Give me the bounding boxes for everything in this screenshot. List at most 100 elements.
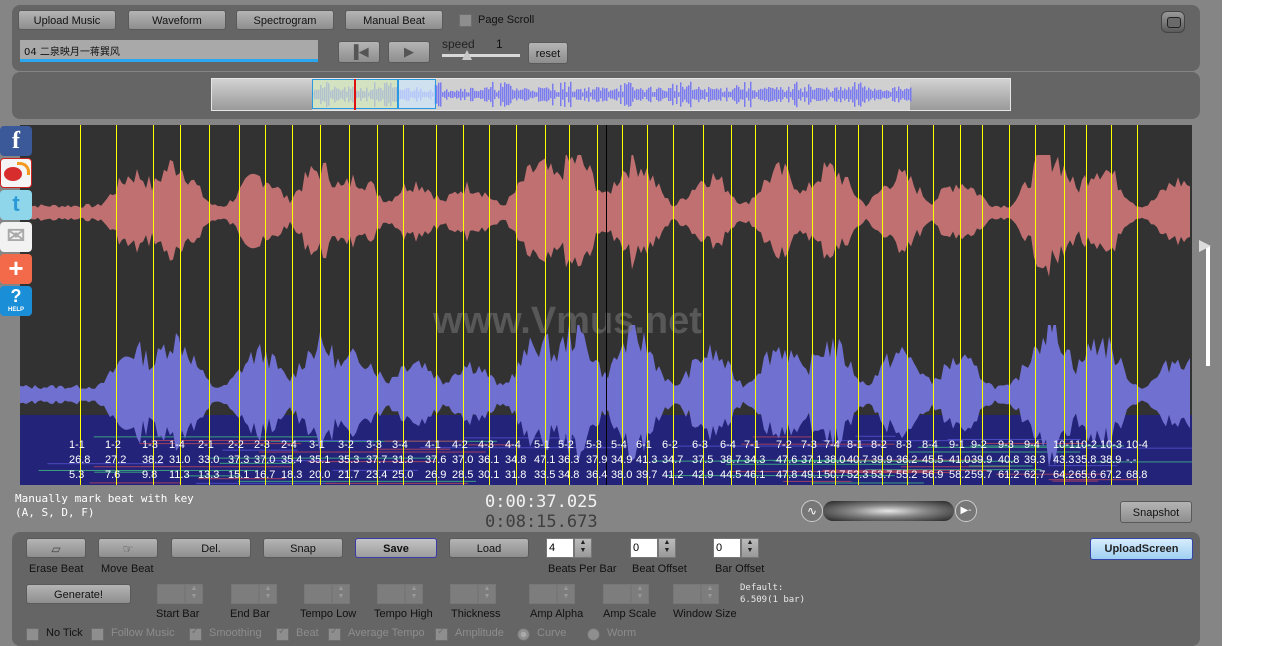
beat-marker[interactable]	[1086, 125, 1087, 485]
amp-alpha-stepper[interactable]: ▲ ▼	[529, 584, 577, 604]
beat-marker[interactable]	[292, 125, 293, 485]
start-bar-input[interactable]	[157, 584, 185, 604]
beat-marker[interactable]	[812, 125, 813, 485]
amp-alpha-input[interactable]	[529, 584, 557, 604]
bar-offset-arrows[interactable]: ▲ ▼	[741, 538, 759, 558]
beat-marker[interactable]	[858, 125, 859, 485]
beat-offset-stepper[interactable]: 0 ▲ ▼	[630, 538, 678, 558]
snap-button[interactable]: Snap	[263, 538, 343, 558]
spectrogram-button[interactable]: Spectrogram	[236, 10, 334, 30]
beat-marker[interactable]	[489, 125, 490, 485]
thickness-arrows[interactable]: ▲ ▼	[478, 584, 496, 604]
amp-scale-stepper[interactable]: ▲ ▼	[603, 584, 651, 604]
beat-offset-arrows[interactable]: ▲ ▼	[658, 538, 676, 558]
beat-marker[interactable]	[673, 125, 674, 485]
worm-radio[interactable]	[587, 628, 600, 641]
window-size-stepper[interactable]: ▲ ▼	[673, 584, 721, 604]
beat-marker[interactable]	[516, 125, 517, 485]
beat-marker[interactable]	[1035, 125, 1036, 485]
spectrogram-mode-button[interactable]: ▶‑	[955, 500, 977, 522]
beat-marker[interactable]	[1137, 125, 1138, 485]
amp-scale-arrows[interactable]: ▲ ▼	[631, 584, 649, 604]
bar-offset-stepper[interactable]: 0 ▲ ▼	[713, 538, 761, 558]
thickness-input[interactable]	[450, 584, 478, 604]
no-tick-checkbox[interactable]	[26, 628, 39, 641]
window-size-input[interactable]	[673, 584, 701, 604]
beat-marker[interactable]	[597, 125, 598, 485]
start-bar-stepper[interactable]: ▲ ▼	[157, 584, 205, 604]
delete-button[interactable]: Del.	[171, 538, 251, 558]
help-button[interactable]: ? HELP	[0, 286, 32, 316]
end-bar-arrows[interactable]: ▲ ▼	[259, 584, 277, 604]
tempo-low-input[interactable]	[304, 584, 332, 604]
amp-alpha-arrows[interactable]: ▲ ▼	[557, 584, 575, 604]
beat-marker[interactable]	[787, 125, 788, 485]
smoothing-checkbox[interactable]	[189, 626, 202, 641]
move-beat-button[interactable]: ☞	[98, 538, 158, 558]
beat-marker[interactable]	[320, 125, 321, 485]
beat-marker[interactable]	[731, 125, 732, 485]
beat-marker[interactable]	[436, 125, 437, 485]
beat-marker[interactable]	[755, 125, 756, 485]
bar-offset-input[interactable]: 0	[713, 538, 741, 558]
overview-view-window[interactable]	[398, 79, 436, 109]
beat-marker[interactable]	[647, 125, 648, 485]
more-share-button[interactable]: +	[0, 254, 32, 284]
beat-marker[interactable]	[349, 125, 350, 485]
beat-marker[interactable]	[835, 125, 836, 485]
thickness-stepper[interactable]: ▲ ▼	[450, 584, 498, 604]
beat-marker[interactable]	[933, 125, 934, 485]
weibo-share-button[interactable]	[0, 158, 32, 188]
save-button[interactable]: Save	[355, 538, 437, 558]
window-size-arrows[interactable]: ▲ ▼	[701, 584, 719, 604]
snapshot-button[interactable]: Snapshot	[1120, 501, 1192, 523]
track-name-field[interactable]: 04 二泉映月一蒋巽风	[20, 40, 318, 62]
playhead-line[interactable]	[606, 125, 607, 485]
beat-marker[interactable]	[1111, 125, 1112, 485]
beat-marker[interactable]	[1064, 125, 1065, 485]
curve-radio[interactable]	[517, 628, 530, 641]
overview-playhead[interactable]	[354, 79, 356, 110]
play-button[interactable]: ▶	[388, 41, 430, 63]
end-bar-stepper[interactable]: ▲ ▼	[231, 584, 279, 604]
facebook-share-button[interactable]: f	[0, 126, 32, 156]
beat-marker[interactable]	[153, 125, 154, 485]
page-scroll-checkbox[interactable]	[459, 14, 472, 27]
beat-marker[interactable]	[622, 125, 623, 485]
beats-per-bar-arrows[interactable]: ▲ ▼	[574, 538, 592, 558]
view-blend-slider[interactable]	[823, 501, 954, 521]
tempo-low-arrows[interactable]: ▲ ▼	[332, 584, 350, 604]
beats-per-bar-stepper[interactable]: 4 ▲ ▼	[546, 538, 594, 558]
fullscreen-button[interactable]	[1161, 11, 1185, 33]
average-tempo-checkbox[interactable]	[328, 626, 341, 641]
beat-marker[interactable]	[463, 125, 464, 485]
beat-marker[interactable]	[239, 125, 240, 485]
beat-marker[interactable]	[960, 125, 961, 485]
erase-beat-button[interactable]: ▱	[26, 538, 86, 558]
vertical-scroll[interactable]	[1206, 246, 1210, 366]
beat-view[interactable]: www.Vmus.net 1-1 26.8 5.3 1-2 27.2 7.6 1-3 38.2…	[20, 125, 1192, 485]
end-bar-input[interactable]	[231, 584, 259, 604]
generate-button[interactable]: Generate!	[26, 584, 131, 604]
rewind-button[interactable]: ▐◀	[338, 41, 380, 63]
beat-marker[interactable]	[209, 125, 210, 485]
waveform-button[interactable]: Waveform	[128, 10, 226, 30]
beat-marker[interactable]	[1009, 125, 1010, 485]
vertical-scroll-handle[interactable]	[1199, 240, 1211, 252]
amplitude-checkbox[interactable]	[435, 626, 448, 641]
beat-marker[interactable]	[377, 125, 378, 485]
start-bar-arrows[interactable]: ▲ ▼	[185, 584, 203, 604]
tempo-low-stepper[interactable]: ▲ ▼	[304, 584, 352, 604]
tempo-high-arrows[interactable]: ▲ ▼	[405, 584, 423, 604]
beat-marker[interactable]	[116, 125, 117, 485]
beat-marker[interactable]	[80, 125, 81, 485]
speed-slider-thumb[interactable]	[462, 50, 472, 60]
overview-track[interactable]	[211, 78, 1011, 111]
beat-marker[interactable]	[882, 125, 883, 485]
amp-scale-input[interactable]	[603, 584, 631, 604]
load-button[interactable]: Load	[449, 538, 529, 558]
manual-beat-button[interactable]: Manual Beat	[345, 10, 443, 30]
reset-button[interactable]: reset	[528, 42, 568, 64]
tempo-high-stepper[interactable]: ▲ ▼	[377, 584, 425, 604]
beat-offset-input[interactable]: 0	[630, 538, 658, 558]
